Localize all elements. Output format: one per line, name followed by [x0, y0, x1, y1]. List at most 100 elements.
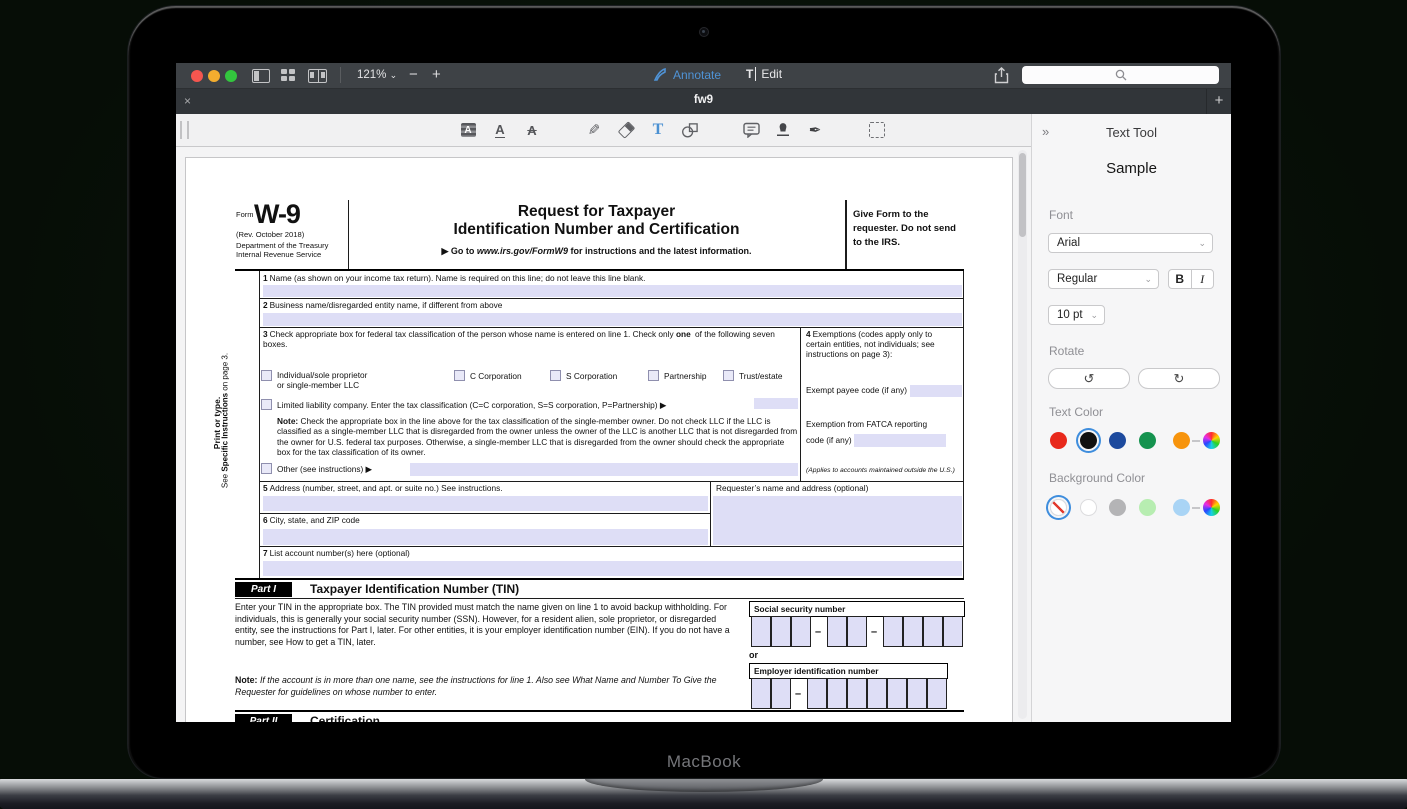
bg-color-light-blue[interactable]	[1173, 499, 1190, 516]
checkbox-individual[interactable]	[261, 370, 272, 381]
line2-field[interactable]	[263, 313, 962, 326]
tab-annotate[interactable]: Annotate	[652, 67, 721, 83]
checkbox-other-label: Other (see instructions) ▶	[277, 464, 372, 474]
bg-color-white[interactable]	[1080, 499, 1097, 516]
ein-digit-box[interactable]	[771, 678, 791, 709]
strikethrough-tool-icon[interactable]: A	[523, 121, 541, 139]
bg-color-gray[interactable]	[1109, 499, 1126, 516]
fatca-label-2: code (if any)	[806, 436, 852, 446]
ein-label: Employer identification number	[749, 663, 948, 679]
checkbox-trust[interactable]	[723, 370, 734, 381]
checkbox-c-corp[interactable]	[454, 370, 465, 381]
ssn-digit-box[interactable]	[751, 616, 771, 647]
text-color-custom-wheel[interactable]	[1203, 432, 1220, 449]
zoom-window-button[interactable]	[225, 70, 237, 82]
text-color-blue[interactable]	[1109, 432, 1126, 449]
ein-digit-box[interactable]	[867, 678, 887, 709]
zoom-out-button[interactable]: −	[409, 66, 418, 83]
ssn-digit-box[interactable]	[827, 616, 847, 647]
sidebar-view-icon[interactable]	[252, 69, 270, 83]
rotate-ccw-button[interactable]: ↺	[1048, 368, 1130, 389]
vertical-scrollbar[interactable]	[1018, 150, 1027, 719]
ssn-digit-box[interactable]	[883, 616, 903, 647]
font-style-select[interactable]: Regular⌄	[1048, 269, 1159, 289]
tab-title[interactable]: fw9	[176, 94, 1231, 106]
ein-digit-box[interactable]	[927, 678, 947, 709]
ein-digit-box[interactable]	[847, 678, 867, 709]
checkbox-other[interactable]	[261, 463, 272, 474]
new-tab-button[interactable]: +	[1206, 89, 1231, 114]
bg-color-light-green[interactable]	[1139, 499, 1156, 516]
ein-digit-box[interactable]	[751, 678, 771, 709]
checkbox-s-corp[interactable]	[550, 370, 561, 381]
ssn-digit-box[interactable]	[771, 616, 791, 647]
or-label: or	[749, 650, 758, 661]
fatca-field[interactable]	[854, 434, 946, 447]
eraser-tool-icon[interactable]	[617, 121, 635, 139]
note-tool-icon[interactable]	[742, 121, 760, 139]
ssn-digit-box[interactable]	[923, 616, 943, 647]
close-window-button[interactable]	[191, 70, 203, 82]
bg-color-custom-wheel[interactable]	[1203, 499, 1220, 516]
underline-tool-icon[interactable]: A	[491, 121, 509, 139]
text-tool-icon[interactable]: T	[649, 121, 667, 139]
ssn-digit-box[interactable]	[791, 616, 811, 647]
font-family-select[interactable]: Arial⌄	[1048, 233, 1213, 253]
text-color-orange[interactable]	[1173, 432, 1190, 449]
scrollbar-thumb[interactable]	[1019, 153, 1026, 237]
ssn-digit-box[interactable]	[943, 616, 963, 647]
checkbox-partnership[interactable]	[648, 370, 659, 381]
exempt-payee-label: Exempt payee code (if any)	[806, 386, 907, 396]
signature-tool-icon[interactable]: ✒	[806, 121, 824, 139]
tabbar: × fw9 +	[176, 89, 1231, 114]
thumbnails-view-icon[interactable]	[281, 69, 296, 82]
minimize-window-button[interactable]	[208, 70, 220, 82]
other-field[interactable]	[410, 463, 798, 476]
applies-note: (Applies to accounts maintained outside …	[806, 467, 955, 475]
ein-digit-box[interactable]	[887, 678, 907, 709]
search-input[interactable]	[1022, 66, 1219, 84]
ein-digit-box[interactable]	[907, 678, 927, 709]
text-color-green[interactable]	[1139, 432, 1156, 449]
exempt-payee-field[interactable]	[910, 385, 962, 397]
llc-classification-field[interactable]	[754, 398, 798, 409]
share-icon[interactable]	[994, 67, 1009, 89]
line3-note: Note: Check the appropriate box in the l…	[277, 416, 798, 457]
form-title-2: Identification Number and Certification	[348, 221, 845, 240]
ssn-digit-box[interactable]	[847, 616, 867, 647]
ein-digit-box[interactable]	[807, 678, 827, 709]
line1-field[interactable]	[263, 285, 962, 297]
lid-opening-notch	[585, 779, 823, 792]
edit-text-icon: T	[746, 67, 756, 81]
part1-paragraph: Enter your TIN in the appropriate box. T…	[235, 602, 741, 649]
document-viewport[interactable]: Form W-9 (Rev. October 2018) Department …	[176, 147, 1031, 722]
requester-field[interactable]	[713, 496, 962, 545]
font-size-select[interactable]: 10 pt⌄	[1048, 305, 1105, 325]
select-tool-icon[interactable]	[868, 121, 886, 139]
tab-edit[interactable]: T Edit	[746, 67, 782, 81]
line5-field[interactable]	[263, 496, 708, 511]
bg-color-none-selected[interactable]	[1050, 499, 1067, 516]
rotate-cw-button[interactable]: ↻	[1138, 368, 1220, 389]
shapes-tool-icon[interactable]	[681, 121, 699, 139]
highlight-tool-icon[interactable]: A	[459, 121, 477, 139]
form-word: Form	[236, 210, 254, 219]
two-page-view-icon[interactable]	[308, 69, 327, 83]
sample-preview: Sample	[1032, 160, 1231, 177]
line6-label: 6City, state, and ZIP code	[263, 516, 360, 526]
bold-button[interactable]: B	[1169, 270, 1192, 288]
line6-field[interactable]	[263, 529, 708, 545]
pen-tool-icon[interactable]: ✎	[585, 121, 603, 139]
text-color-red[interactable]	[1050, 432, 1067, 449]
toolbar-drag-handle[interactable]	[180, 121, 189, 139]
zoom-in-button[interactable]: +	[432, 66, 441, 83]
give-form-note: Give Form to the requester. Do not send …	[853, 208, 961, 249]
text-color-black-selected[interactable]	[1080, 432, 1097, 449]
ein-digit-box[interactable]	[827, 678, 847, 709]
checkbox-llc[interactable]	[261, 399, 272, 410]
italic-button[interactable]: I	[1192, 270, 1214, 288]
line7-field[interactable]	[263, 561, 962, 576]
ssn-digit-box[interactable]	[903, 616, 923, 647]
zoom-level-dropdown[interactable]: 121% ⌄	[357, 69, 397, 81]
stamp-tool-icon[interactable]	[774, 121, 792, 139]
